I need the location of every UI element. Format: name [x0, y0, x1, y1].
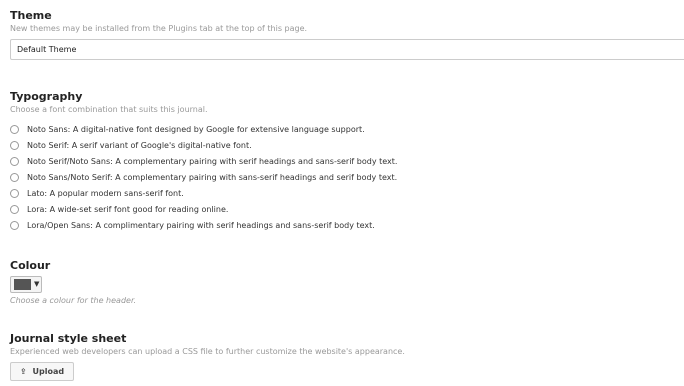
typography-options: Noto Sans: A digital-native font designe… — [10, 121, 684, 233]
typography-description: Choose a font combination that suits thi… — [10, 105, 208, 114]
caret-down-icon: ▼ — [34, 280, 40, 288]
typography-option-label: Lora: A wide-set serif font good for rea… — [27, 204, 229, 214]
typography-option[interactable]: Noto Sans: A digital-native font designe… — [10, 121, 684, 137]
typography-section: Typography Choose a font combination tha… — [10, 90, 684, 233]
stylesheet-section: Journal style sheet Experienced web deve… — [10, 332, 684, 381]
radio-button[interactable] — [10, 124, 19, 134]
upload-label: Upload — [32, 367, 65, 376]
colour-heading: Colour — [10, 259, 51, 272]
radio-button[interactable] — [10, 172, 19, 182]
typography-option[interactable]: Lora: A wide-set serif font good for rea… — [10, 201, 684, 217]
typography-option[interactable]: Lato: A popular modern sans-serif font. — [10, 185, 684, 201]
stylesheet-heading: Journal style sheet — [10, 332, 127, 345]
typography-option[interactable]: Noto Serif: A serif variant of Google's … — [10, 137, 684, 153]
colour-picker-button[interactable]: ▼ — [10, 276, 42, 293]
typography-option-label: Lato: A popular modern sans-serif font. — [27, 188, 184, 198]
typography-option-label: Noto Serif: A serif variant of Google's … — [27, 140, 252, 150]
typography-option-label: Noto Sans/Noto Serif: A complementary pa… — [27, 172, 398, 182]
radio-button[interactable] — [10, 188, 19, 198]
upload-button[interactable]: ⇪ Upload — [10, 362, 74, 381]
colour-swatch — [14, 279, 31, 290]
typography-heading: Typography — [10, 90, 83, 103]
radio-button[interactable] — [10, 156, 19, 166]
theme-select[interactable]: Default Theme — [10, 39, 684, 60]
typography-option-label: Noto Sans: A digital-native font designe… — [27, 124, 365, 134]
upload-icon: ⇪ — [19, 367, 27, 376]
typography-option[interactable]: Lora/Open Sans: A complimentary pairing … — [10, 217, 684, 233]
colour-description: Choose a colour for the header. — [10, 296, 137, 305]
theme-section: Theme New themes may be installed from t… — [10, 9, 684, 60]
radio-button[interactable] — [10, 220, 19, 230]
typography-option[interactable]: Noto Sans/Noto Serif: A complementary pa… — [10, 169, 684, 185]
typography-option-label: Noto Serif/Noto Sans: A complementary pa… — [27, 156, 398, 166]
stylesheet-description: Experienced web developers can upload a … — [10, 347, 405, 356]
theme-description: New themes may be installed from the Plu… — [10, 24, 308, 33]
theme-heading: Theme — [10, 9, 52, 22]
typography-option[interactable]: Noto Serif/Noto Sans: A complementary pa… — [10, 153, 684, 169]
typography-option-label: Lora/Open Sans: A complimentary pairing … — [27, 220, 375, 230]
radio-button[interactable] — [10, 204, 19, 214]
colour-section: Colour ▼ Choose a colour for the header. — [10, 259, 684, 305]
radio-button[interactable] — [10, 140, 19, 150]
